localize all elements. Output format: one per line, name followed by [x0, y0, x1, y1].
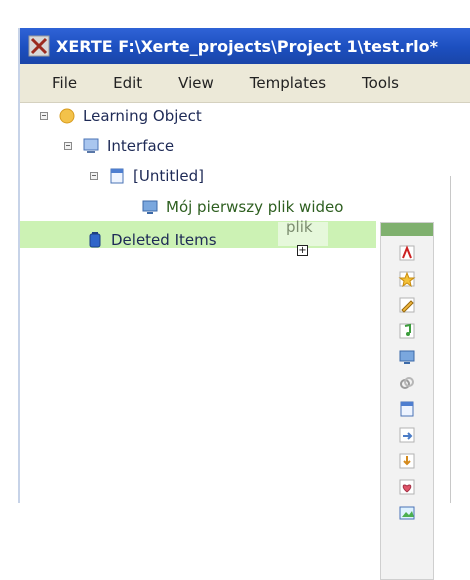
- page-icon: [108, 167, 126, 185]
- title-bar: XERTE F:\Xerte_projects\Project 1\test.r…: [20, 28, 470, 64]
- monitor-tool-icon[interactable]: [398, 348, 416, 366]
- component-palette: [380, 222, 434, 580]
- tree-row-deleted-items[interactable]: Deleted Items: [86, 226, 217, 254]
- collapse-toggle[interactable]: [90, 172, 98, 180]
- image-tool-icon[interactable]: [398, 504, 416, 522]
- tree-row-untitled[interactable]: [Untitled]: [90, 162, 204, 190]
- tree-label: Interface: [107, 137, 175, 155]
- app-window: XERTE F:\Xerte_projects\Project 1\test.r…: [18, 28, 470, 580]
- menu-templates[interactable]: Templates: [232, 74, 344, 92]
- music-tool-icon[interactable]: [398, 322, 416, 340]
- page-tool-icon[interactable]: [398, 400, 416, 418]
- text-tool-icon[interactable]: [398, 244, 416, 262]
- pencil-tool-icon[interactable]: [398, 296, 416, 314]
- tree-row-video[interactable]: Mój pierwszy plik wideo: [141, 193, 343, 221]
- drop-plus-icon: +: [297, 245, 308, 256]
- star-tool-icon[interactable]: [398, 270, 416, 288]
- video-icon: [141, 198, 159, 216]
- trash-icon: [86, 231, 104, 249]
- tree-label: [Untitled]: [133, 167, 205, 185]
- menu-view[interactable]: View: [160, 74, 232, 92]
- link-tool-icon[interactable]: [398, 374, 416, 392]
- project-tree: Learning Object Interface [Untitled] Mój…: [20, 102, 470, 580]
- tree-label: Learning Object: [83, 107, 202, 125]
- palette-header: [381, 223, 433, 236]
- download-tool-icon[interactable]: [398, 452, 416, 470]
- window-title: XERTE F:\Xerte_projects\Project 1\test.r…: [56, 36, 439, 56]
- learning-object-icon: [58, 107, 76, 125]
- menu-edit[interactable]: Edit: [95, 74, 160, 92]
- menu-tools[interactable]: Tools: [344, 74, 417, 92]
- heart-tool-icon[interactable]: [398, 478, 416, 496]
- tree-row-interface[interactable]: Interface: [64, 132, 174, 160]
- arrow-tool-icon[interactable]: [398, 426, 416, 444]
- menu-bar: File Edit View Templates Tools: [20, 64, 470, 103]
- interface-icon: [82, 137, 100, 155]
- collapse-toggle[interactable]: [40, 112, 48, 120]
- menu-file[interactable]: File: [20, 74, 95, 92]
- drag-preview-text: plik: [286, 218, 313, 236]
- tree-label: Deleted Items: [111, 231, 217, 249]
- collapse-toggle[interactable]: [64, 142, 72, 150]
- panel-divider: [450, 176, 451, 503]
- xerte-logo-icon: [28, 35, 50, 57]
- tree-label: Mój pierwszy plik wideo: [166, 198, 344, 216]
- tree-row-learning-object[interactable]: Learning Object: [40, 102, 202, 130]
